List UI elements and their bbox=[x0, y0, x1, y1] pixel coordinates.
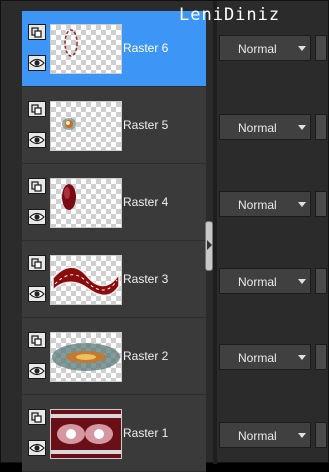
chevron-down-icon bbox=[298, 433, 306, 438]
chevron-down-icon bbox=[298, 355, 306, 360]
chevron-right-icon bbox=[207, 240, 212, 250]
blend-mode-dropdown[interactable]: Normal bbox=[219, 114, 311, 140]
layer-thumbnail bbox=[50, 101, 122, 151]
layer-row-raster-5[interactable]: Raster 5 bbox=[22, 88, 206, 164]
layer-thumbnail bbox=[50, 332, 122, 382]
opacity-control[interactable] bbox=[315, 114, 327, 140]
opacity-control[interactable] bbox=[315, 422, 327, 448]
layer-name: Raster 1 bbox=[123, 426, 169, 440]
layer-name: Raster 2 bbox=[123, 349, 169, 363]
opacity-control[interactable] bbox=[315, 268, 327, 294]
layer-row-raster-4[interactable]: Raster 4 bbox=[22, 165, 206, 241]
blend-mode-dropdown[interactable]: Normal bbox=[219, 268, 311, 294]
layer-row-raster-3[interactable]: Raster 3 bbox=[22, 242, 206, 318]
panel-divider bbox=[213, 1, 217, 464]
lock-icon[interactable] bbox=[28, 409, 46, 425]
blend-mode-dropdown[interactable]: Normal bbox=[219, 35, 311, 61]
blend-mode-dropdown[interactable]: Normal bbox=[219, 422, 311, 448]
layer-name: Raster 5 bbox=[123, 118, 169, 132]
layer-thumbnail bbox=[50, 24, 122, 74]
lock-icon[interactable] bbox=[28, 332, 46, 348]
layers-panel: Raster 6 Raster 5 Raster 4 Raster 3 Rast… bbox=[0, 0, 329, 472]
layer-row-raster-2[interactable]: Raster 2 bbox=[22, 319, 206, 395]
chevron-down-icon bbox=[298, 202, 306, 207]
chevron-down-icon bbox=[298, 46, 306, 51]
blend-mode-dropdown[interactable]: Normal bbox=[219, 344, 311, 370]
lock-icon[interactable] bbox=[28, 255, 46, 271]
blend-mode-value: Normal bbox=[238, 121, 277, 135]
blend-mode-dropdown[interactable]: Normal bbox=[219, 191, 311, 217]
eye-icon[interactable] bbox=[28, 363, 46, 379]
lock-icon[interactable] bbox=[28, 101, 46, 117]
blend-mode-value: Normal bbox=[238, 275, 277, 289]
layer-thumbnail bbox=[50, 409, 122, 459]
layer-thumbnail bbox=[50, 178, 122, 228]
blend-mode-value: Normal bbox=[238, 429, 277, 443]
blend-mode-value: Normal bbox=[238, 42, 277, 56]
chevron-down-icon bbox=[298, 125, 306, 130]
opacity-control[interactable] bbox=[315, 191, 327, 217]
splitter-handle[interactable] bbox=[205, 221, 213, 271]
chevron-down-icon bbox=[298, 279, 306, 284]
layer-row-raster-1[interactable]: Raster 1 bbox=[22, 396, 206, 472]
layer-name: Raster 4 bbox=[123, 195, 169, 209]
opacity-control[interactable] bbox=[315, 35, 327, 61]
layer-list: Raster 6 Raster 5 Raster 4 Raster 3 Rast… bbox=[22, 11, 206, 472]
blend-mode-value: Normal bbox=[238, 198, 277, 212]
watermark-signature: LeniDiniz bbox=[179, 5, 281, 25]
eye-icon[interactable] bbox=[28, 286, 46, 302]
lock-icon[interactable] bbox=[28, 24, 46, 40]
lock-icon[interactable] bbox=[28, 178, 46, 194]
opacity-control[interactable] bbox=[315, 344, 327, 370]
eye-icon[interactable] bbox=[28, 209, 46, 225]
blend-mode-value: Normal bbox=[238, 351, 277, 365]
eye-icon[interactable] bbox=[28, 132, 46, 148]
layer-name: Raster 3 bbox=[123, 272, 169, 286]
layer-thumbnail bbox=[50, 255, 122, 305]
eye-icon[interactable] bbox=[28, 55, 46, 71]
layer-name: Raster 6 bbox=[123, 41, 169, 55]
eye-icon[interactable] bbox=[28, 440, 46, 456]
